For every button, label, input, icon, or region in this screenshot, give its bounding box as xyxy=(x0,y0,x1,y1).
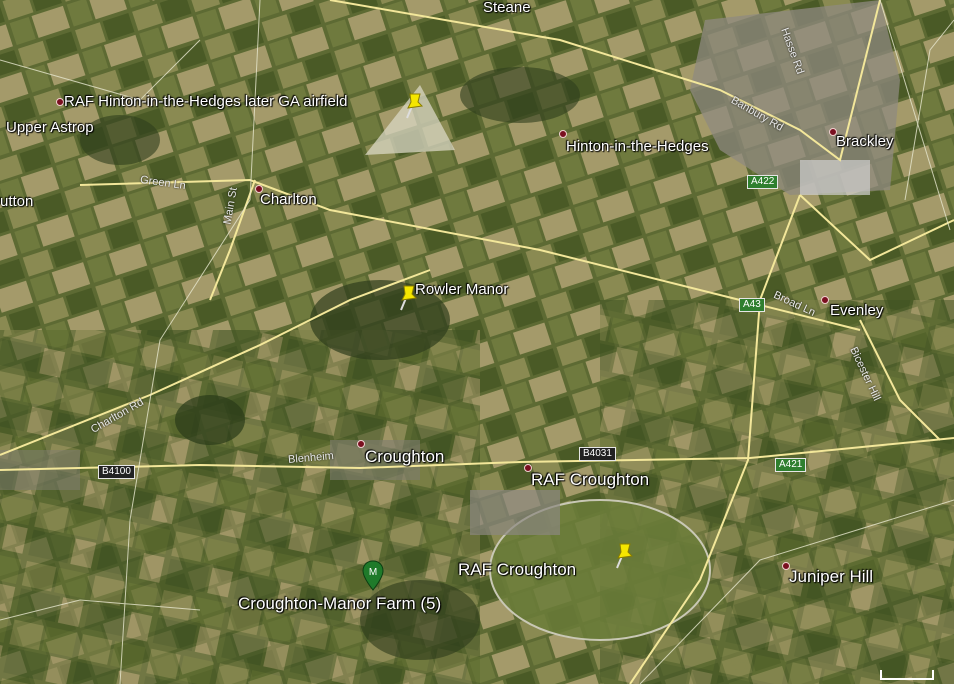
place-label-raf-croughton-village[interactable]: RAF Croughton xyxy=(531,471,649,488)
place-label-juniper-hill[interactable]: Juniper Hill xyxy=(789,568,873,585)
place-dot-hinton[interactable] xyxy=(559,130,567,138)
svg-text:M: M xyxy=(369,567,377,578)
place-label-upper-astrop[interactable]: Upper Astrop xyxy=(6,120,94,136)
road-shield-b4031: B4031 xyxy=(579,447,616,461)
place-label-croughton-manor-farm[interactable]: Croughton-Manor Farm (5) xyxy=(238,595,441,612)
place-label-evenley[interactable]: Evenley xyxy=(830,303,883,319)
place-dot-evenley[interactable] xyxy=(821,296,829,304)
road-shield-a43: A43 xyxy=(739,298,765,312)
place-label-hinton[interactable]: Hinton-in-the-Hedges xyxy=(566,139,709,155)
place-label-raf-croughton-airfield[interactable]: RAF Croughton xyxy=(458,561,576,578)
place-label-croughton[interactable]: Croughton xyxy=(365,448,444,465)
place-dot-raf-hinton[interactable] xyxy=(56,98,64,106)
pushpin-icon[interactable] xyxy=(610,540,636,570)
map-marker-icon[interactable]: M xyxy=(362,560,384,592)
road-shield-b4100: B4100 xyxy=(98,465,135,479)
road-shield-a421: A421 xyxy=(775,458,807,472)
place-label-brackley[interactable]: Brackley xyxy=(836,134,894,150)
scale-bar xyxy=(880,670,934,680)
pushpin-icon[interactable] xyxy=(394,282,420,312)
place-label-sutton[interactable]: utton xyxy=(0,194,33,210)
satellite-map[interactable]: Green Ln Main St Charlton Rd Blenheim Ba… xyxy=(0,0,954,684)
road-shield-a422: A422 xyxy=(747,175,779,189)
place-label-charlton[interactable]: Charlton xyxy=(260,192,317,208)
place-dot-croughton[interactable] xyxy=(357,440,365,448)
pushpin-icon[interactable] xyxy=(400,90,426,120)
place-label-rowler-manor[interactable]: Rowler Manor xyxy=(415,282,508,298)
place-label-raf-hinton[interactable]: RAF Hinton-in-the-Hedges later GA airfie… xyxy=(64,94,347,110)
place-label-steane[interactable]: Steane xyxy=(483,0,531,16)
